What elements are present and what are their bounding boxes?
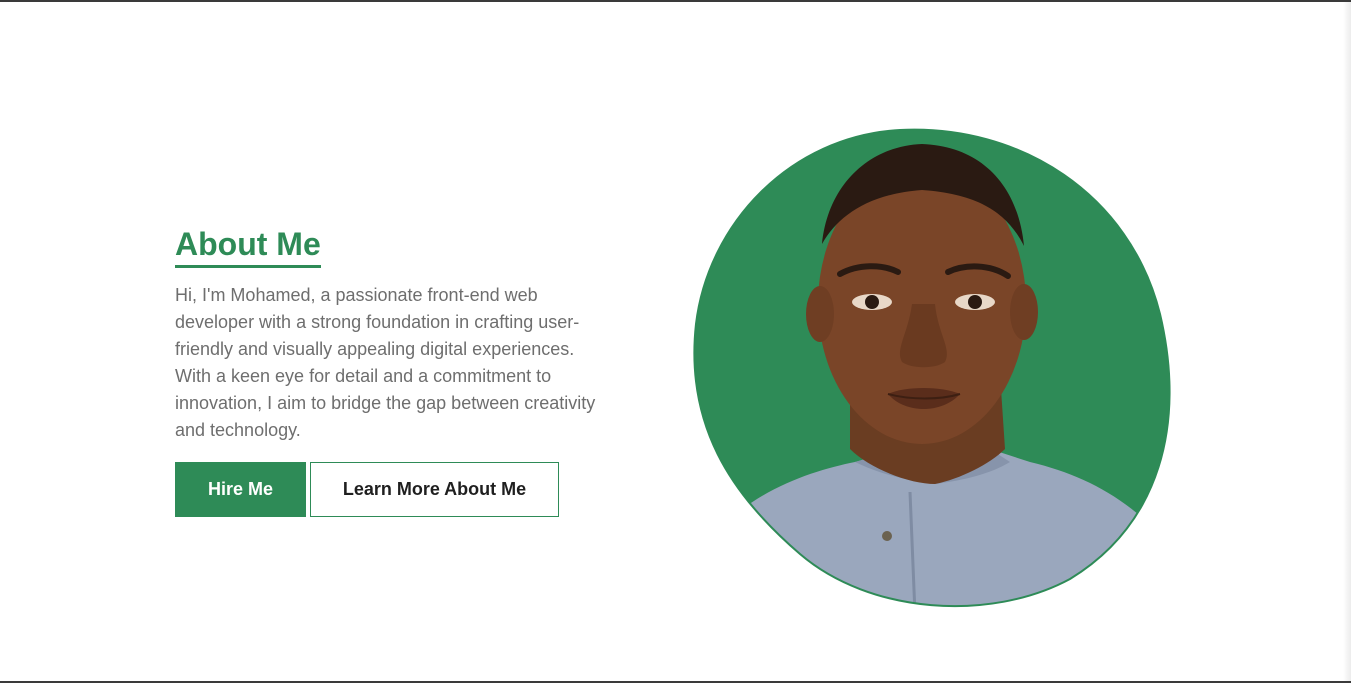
photo-frame bbox=[694, 129, 1170, 607]
scrollbar-shadow bbox=[1343, 2, 1351, 681]
profile-portrait bbox=[690, 124, 1180, 614]
right-pupil bbox=[968, 295, 982, 309]
hire-me-button[interactable]: Hire Me bbox=[175, 462, 306, 517]
learn-more-button[interactable]: Learn More About Me bbox=[310, 462, 559, 517]
about-description: Hi, I'm Mohamed, a passionate front-end … bbox=[175, 285, 596, 440]
shirt-button bbox=[882, 531, 892, 541]
left-ear bbox=[806, 286, 834, 342]
cta-button-row: Hire Me Learn More About Me bbox=[175, 462, 605, 517]
about-title: About Me bbox=[175, 224, 321, 268]
right-ear bbox=[1010, 284, 1038, 340]
portrait-illustration bbox=[693, 128, 1171, 608]
about-text-column: About Me Hi, I'm Mohamed, a passionate f… bbox=[175, 224, 605, 517]
about-section: About Me Hi, I'm Mohamed, a passionate f… bbox=[0, 2, 1343, 681]
left-pupil bbox=[865, 295, 879, 309]
